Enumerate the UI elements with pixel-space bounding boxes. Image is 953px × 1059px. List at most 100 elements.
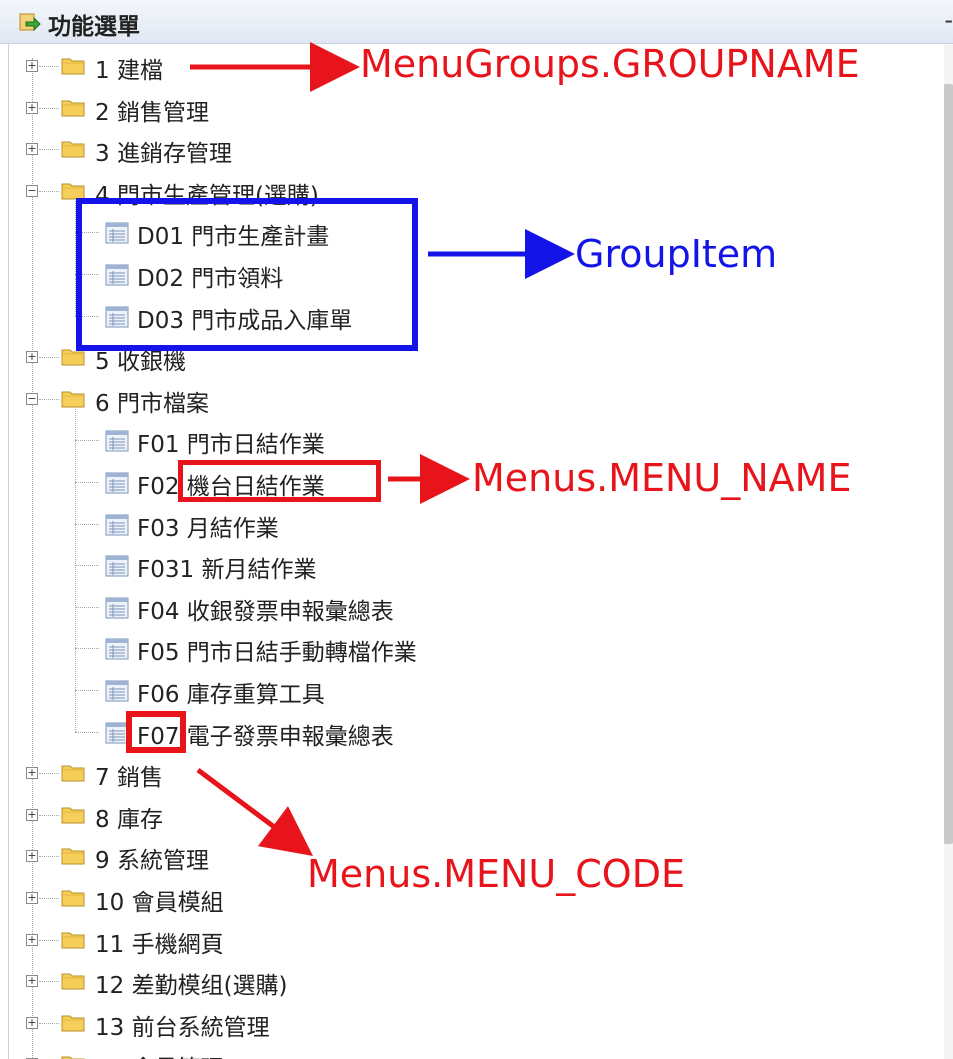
annotation-groupname: MenuGroups.GROUPNAME bbox=[360, 42, 860, 86]
folder-icon bbox=[61, 180, 86, 200]
tree-group-row[interactable]: +2 銷售管理 bbox=[9, 88, 909, 128]
menu-code-highlight-box bbox=[126, 711, 186, 753]
folder-icon bbox=[61, 887, 86, 907]
folder-icon bbox=[61, 970, 86, 990]
group-label[interactable]: 8 庫存 bbox=[95, 800, 163, 834]
menu-item-label[interactable]: F03 月結作業 bbox=[137, 509, 279, 543]
panel-header: 功能選單 - bbox=[0, 0, 953, 44]
group-label[interactable]: 12 差勤模组(選購) bbox=[95, 966, 288, 1000]
folder-icon bbox=[61, 804, 86, 824]
group-label[interactable]: 9 系統管理 bbox=[95, 841, 209, 875]
expand-toggle-icon[interactable]: + bbox=[26, 1016, 38, 1029]
tree-connector bbox=[39, 814, 59, 816]
tree-group-row[interactable]: +13 前台系統管理 bbox=[9, 1003, 909, 1043]
page-icon bbox=[105, 514, 129, 536]
group-label[interactable]: 14 會員管理 bbox=[95, 1049, 224, 1059]
tree-connector bbox=[75, 690, 99, 691]
tree-group-row[interactable]: +12 差勤模组(選購) bbox=[9, 961, 909, 1001]
tree-group-row[interactable]: +3 進銷存管理 bbox=[9, 129, 909, 169]
folder-icon bbox=[61, 97, 86, 117]
menu-name-highlight-box bbox=[178, 460, 381, 502]
group-label[interactable]: 7 銷售 bbox=[95, 758, 163, 792]
tree-item-row[interactable]: F03 月結作業 bbox=[9, 504, 909, 544]
expand-toggle-icon[interactable]: + bbox=[26, 767, 38, 780]
annotation-menu-name: Menus.MENU_NAME bbox=[472, 456, 852, 500]
menu-item-label[interactable]: F06 庫存重算工具 bbox=[137, 675, 325, 709]
tree-item-row[interactable]: F031 新月結作業 bbox=[9, 545, 909, 585]
groupitem-highlight-box bbox=[76, 198, 418, 351]
folder-icon bbox=[61, 388, 86, 408]
tree-connector bbox=[39, 981, 59, 983]
tree-item-row[interactable]: F05 門市日結手動轉檔作業 bbox=[9, 628, 909, 668]
folder-icon bbox=[61, 1053, 86, 1059]
tree-connector bbox=[75, 565, 99, 567]
group-label[interactable]: 13 前台系統管理 bbox=[95, 1008, 270, 1042]
tree-connector bbox=[39, 66, 59, 67]
tree-connector bbox=[39, 107, 59, 109]
tree-connector bbox=[75, 731, 99, 733]
subtree-guide-line bbox=[75, 408, 76, 732]
menu-item-label[interactable]: F01 門市日結作業 bbox=[137, 425, 325, 459]
page-icon bbox=[105, 597, 129, 619]
group-label[interactable]: 3 進銷存管理 bbox=[95, 134, 232, 168]
tree-group-row[interactable]: +7 銷售 bbox=[9, 753, 909, 793]
folder-icon bbox=[61, 845, 86, 865]
tree-connector bbox=[75, 648, 99, 650]
expand-toggle-icon[interactable]: + bbox=[26, 975, 38, 988]
collapse-toggle-icon[interactable]: − bbox=[26, 392, 38, 405]
folder-icon bbox=[61, 762, 86, 782]
tree-group-row[interactable]: +8 庫存 bbox=[9, 795, 909, 835]
menu-item-label[interactable]: F04 收銀發票申報彙總表 bbox=[137, 592, 394, 626]
page-icon bbox=[105, 680, 129, 702]
tree-group-row[interactable]: +14 會員管理 bbox=[9, 1044, 909, 1059]
green-arrow-icon bbox=[19, 13, 41, 32]
tree-item-row[interactable]: F01 門市日結作業 bbox=[9, 420, 909, 460]
tree-connector bbox=[75, 440, 99, 442]
collapse-button[interactable]: - bbox=[944, 6, 953, 34]
tree-connector bbox=[39, 773, 59, 775]
tree-item-row[interactable]: F04 收銀發票申報彙總表 bbox=[9, 587, 909, 627]
folder-icon bbox=[61, 55, 86, 75]
group-label[interactable]: 1 建檔 bbox=[95, 51, 163, 85]
tree-connector bbox=[39, 898, 59, 899]
tree-connector bbox=[39, 190, 59, 192]
group-label[interactable]: 11 手機網頁 bbox=[95, 925, 224, 959]
tree-connector bbox=[75, 482, 99, 483]
tree-connector bbox=[75, 523, 99, 525]
tree-connector bbox=[39, 1022, 59, 1024]
group-label[interactable]: 6 門市檔案 bbox=[95, 384, 209, 418]
expand-toggle-icon[interactable]: + bbox=[26, 60, 38, 72]
expand-toggle-icon[interactable]: + bbox=[26, 808, 38, 821]
page-icon bbox=[105, 472, 129, 494]
menu-tree: +1 建檔 +2 銷售管理 +3 進銷存管理 −4 門市生產管理(選購) D01 門市生… bbox=[8, 44, 944, 1059]
page-icon bbox=[105, 638, 129, 660]
tree-group-row[interactable]: +11 手機網頁 bbox=[9, 920, 909, 960]
page-icon bbox=[105, 555, 129, 577]
expand-toggle-icon[interactable]: + bbox=[26, 143, 38, 156]
tree-item-row[interactable]: F06 庫存重算工具 bbox=[9, 670, 909, 710]
scrollbar[interactable] bbox=[944, 44, 953, 1059]
folder-icon bbox=[61, 1012, 86, 1032]
annotation-groupitem: GroupItem bbox=[575, 232, 778, 276]
page-icon bbox=[105, 430, 129, 452]
expand-toggle-icon[interactable]: + bbox=[26, 892, 38, 904]
tree-connector bbox=[39, 149, 59, 151]
group-label[interactable]: 2 銷售管理 bbox=[95, 93, 209, 127]
expand-toggle-icon[interactable]: + bbox=[26, 850, 38, 863]
scroll-thumb[interactable] bbox=[944, 84, 953, 844]
expand-toggle-icon[interactable]: + bbox=[26, 933, 38, 946]
tree-connector bbox=[39, 357, 59, 359]
annotation-menu-code: Menus.MENU_CODE bbox=[307, 852, 685, 896]
panel-title: 功能選單 bbox=[48, 14, 140, 40]
folder-icon bbox=[61, 929, 86, 949]
group-label[interactable]: 10 會員模組 bbox=[95, 883, 224, 917]
tree-connector bbox=[39, 856, 59, 858]
collapse-toggle-icon[interactable]: − bbox=[26, 184, 38, 197]
tree-group-row[interactable]: − 6 門市檔案 bbox=[9, 379, 909, 419]
menu-item-label[interactable]: F031 新月結作業 bbox=[137, 550, 316, 584]
folder-icon bbox=[61, 138, 86, 158]
expand-toggle-icon[interactable]: + bbox=[26, 351, 38, 364]
expand-toggle-icon[interactable]: + bbox=[26, 101, 38, 114]
tree-connector bbox=[39, 398, 59, 400]
menu-item-label[interactable]: F05 門市日結手動轉檔作業 bbox=[137, 633, 417, 667]
